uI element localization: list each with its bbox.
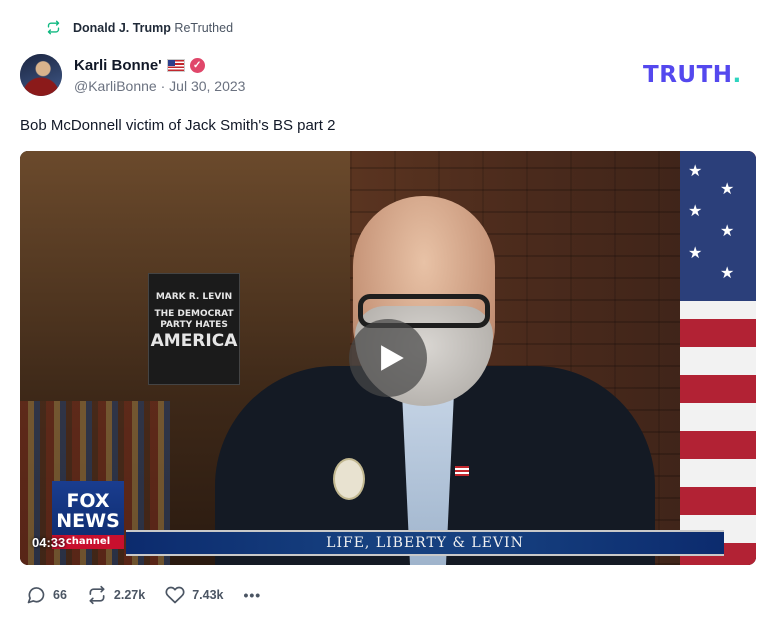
retruth-banner: Donald J. Trump ReTruthed xyxy=(46,20,233,35)
fox-line1: FOX xyxy=(66,490,110,512)
us-flag-icon xyxy=(166,58,185,72)
video-lower-third: LIFE, LIBERTY & LEVIN xyxy=(126,530,724,556)
post-header: Karli Bonne' ✓ @KarliBonne · Jul 30, 202… xyxy=(20,54,245,96)
like-button[interactable]: 7.43k xyxy=(165,585,223,605)
post-date[interactable]: Jul 30, 2023 xyxy=(169,78,245,94)
like-icon xyxy=(165,586,185,604)
display-name[interactable]: Karli Bonne' xyxy=(74,57,162,74)
post-actions: 66 2.27k 7.43k ••• xyxy=(26,585,281,605)
logo-text: TRUTH xyxy=(643,62,733,88)
like-count: 7.43k xyxy=(192,588,224,602)
book-title-top: THE DEMOCRAT PARTY HATES xyxy=(154,309,234,330)
video-duration: 04:33 xyxy=(32,535,66,550)
retruth-button[interactable]: 2.27k xyxy=(87,585,145,605)
more-icon: ••• xyxy=(243,587,262,603)
more-button[interactable]: ••• xyxy=(243,587,261,603)
video-book: MARK R. LEVIN THE DEMOCRAT PARTY HATES A… xyxy=(148,273,240,385)
retruth-author[interactable]: Donald J. Trump xyxy=(73,21,171,35)
reply-icon xyxy=(27,587,45,604)
retruth-action-icon xyxy=(89,585,105,605)
post-text: Bob McDonnell victim of Jack Smith's BS … xyxy=(20,117,336,134)
reply-count: 66 xyxy=(53,588,67,602)
reply-button[interactable]: 66 xyxy=(26,585,67,605)
play-button[interactable] xyxy=(349,319,427,397)
fox-line2: NEWS xyxy=(56,510,120,532)
video-us-flag: ★ ★ ★ ★ ★ ★ xyxy=(680,151,756,565)
handle[interactable]: @KarliBonne xyxy=(74,78,157,94)
book-author: MARK R. LEVIN xyxy=(155,292,233,302)
avatar[interactable] xyxy=(20,54,62,96)
truth-logo[interactable]: TRUTH. xyxy=(643,62,742,88)
logo-dot: . xyxy=(732,62,742,88)
video-person xyxy=(215,196,655,565)
retruth-icon xyxy=(47,20,60,35)
retruth-label: ReTruthed xyxy=(174,20,234,35)
retruth-count: 2.27k xyxy=(113,588,146,602)
video-player[interactable]: MARK R. LEVIN THE DEMOCRAT PARTY HATES A… xyxy=(20,151,756,565)
verified-icon: ✓ xyxy=(189,57,205,73)
play-icon xyxy=(381,345,404,371)
book-title-big: AMERICA xyxy=(150,331,238,351)
